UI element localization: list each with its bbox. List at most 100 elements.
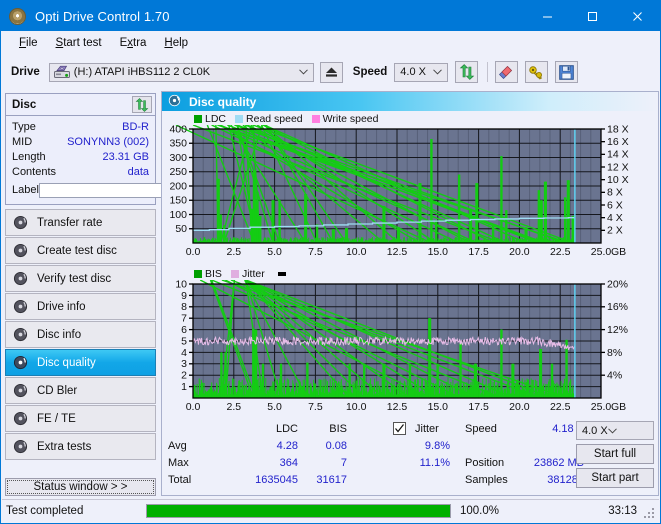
legend-swatch-bis bbox=[194, 269, 202, 278]
main-panel: Disc quality LDC Read speed Write speed … bbox=[161, 91, 659, 496]
window-controls bbox=[525, 1, 660, 31]
maximize-button[interactable] bbox=[570, 1, 615, 31]
svg-text:6 X: 6 X bbox=[607, 199, 623, 211]
legend-ldc: LDC bbox=[194, 113, 226, 125]
svg-text:100: 100 bbox=[169, 209, 187, 221]
sidebar-item-disc-info[interactable]: Disc info bbox=[5, 321, 156, 348]
status-window-button[interactable]: Status window > > bbox=[5, 478, 156, 496]
status-window-wrap: Status window > > bbox=[5, 478, 156, 496]
sidebar-item-create-test-disc[interactable]: Create test disc bbox=[5, 237, 156, 264]
minimize-button[interactable] bbox=[525, 1, 570, 31]
stats-total-bis: 31617 bbox=[316, 474, 347, 486]
svg-text:5.0: 5.0 bbox=[267, 246, 282, 258]
stats-panel: LDC BIS Jitter Avg Max Total 4.28 364 16… bbox=[162, 419, 658, 495]
elapsed-time: 33:13 bbox=[608, 505, 637, 517]
menu-help[interactable]: Help bbox=[155, 35, 197, 51]
stats-speed-value: 4.18 X bbox=[552, 423, 584, 435]
key-button[interactable] bbox=[525, 61, 549, 83]
speed-select-value: 4.0 X bbox=[400, 66, 426, 78]
svg-text:8 X: 8 X bbox=[607, 187, 623, 199]
chart-ldc-readspeed: LDC Read speed Write speed 50 100 150 200 25… bbox=[162, 111, 658, 261]
refresh-icon bbox=[459, 64, 475, 80]
svg-text:300: 300 bbox=[169, 152, 187, 164]
svg-text:5.0: 5.0 bbox=[267, 401, 282, 413]
chevron-down-icon bbox=[298, 64, 308, 81]
sidebar-item-label: FE / TE bbox=[37, 412, 76, 425]
sidebar-item-verify-test-disc[interactable]: Verify test disc bbox=[5, 265, 156, 292]
close-button[interactable] bbox=[615, 1, 660, 31]
stats-row-label-max: Max bbox=[168, 457, 189, 469]
start-part-button[interactable]: Start part bbox=[576, 468, 654, 488]
svg-text:GB: GB bbox=[611, 246, 626, 258]
svg-text:12%: 12% bbox=[607, 324, 628, 336]
stats-position-key: Position bbox=[465, 457, 505, 469]
svg-text:10 X: 10 X bbox=[607, 174, 629, 186]
sidebar: Disc Type BD-R MID SONYNN3 (002) Length … bbox=[2, 91, 210, 522]
nav-list: Transfer rate Create test disc Verify te… bbox=[5, 209, 156, 460]
resize-grip[interactable] bbox=[644, 508, 656, 520]
sidebar-item-transfer-rate[interactable]: Transfer rate bbox=[5, 209, 156, 236]
sidebar-item-drive-info[interactable]: Drive info bbox=[5, 293, 156, 320]
svg-text:7.5: 7.5 bbox=[308, 246, 323, 258]
sidebar-item-label: Transfer rate bbox=[37, 216, 103, 229]
sidebar-item-label: Create test disc bbox=[37, 244, 117, 257]
disc-icon bbox=[13, 355, 28, 370]
legend-label: Write speed bbox=[322, 112, 379, 125]
svg-text:8: 8 bbox=[181, 301, 187, 313]
disc-label-row: Label bbox=[12, 180, 210, 200]
stats-header-bis: BIS bbox=[329, 423, 347, 435]
sidebar-item-extra-tests[interactable]: Extra tests bbox=[5, 433, 156, 460]
disc-rows: Type BD-R MID SONYNN3 (002) Length 23.31… bbox=[6, 116, 210, 204]
menu-file[interactable]: File bbox=[10, 35, 47, 51]
disc-contents-value: data bbox=[127, 165, 149, 178]
save-button[interactable] bbox=[555, 61, 579, 83]
test-speed-select-value: 4.0 X bbox=[582, 424, 608, 437]
sidebar-item-fe-te[interactable]: FE / TE bbox=[5, 405, 156, 432]
svg-text:8%: 8% bbox=[607, 347, 622, 359]
clear-button[interactable] bbox=[495, 61, 519, 83]
sidebar-item-cd-bler[interactable]: CD Bler bbox=[5, 377, 156, 404]
svg-text:22.5: 22.5 bbox=[550, 401, 571, 413]
svg-text:10: 10 bbox=[175, 280, 187, 290]
refresh-icon bbox=[135, 97, 149, 112]
stats-position-value: 23862 MB bbox=[533, 457, 584, 469]
svg-text:15.0: 15.0 bbox=[428, 246, 449, 258]
toolbar-separator bbox=[487, 62, 489, 82]
drive-select[interactable]: (H:) ATAPI iHBS112 2 CL0K bbox=[48, 62, 314, 82]
menu-extra[interactable]: Extra bbox=[111, 35, 156, 51]
legend-swatch-jitter bbox=[230, 269, 239, 278]
disc-icon bbox=[13, 271, 28, 286]
svg-text:350: 350 bbox=[169, 138, 187, 150]
chevron-down-icon bbox=[607, 425, 617, 437]
svg-text:7.5: 7.5 bbox=[308, 401, 323, 413]
status-window-button-label: Status window > > bbox=[33, 481, 128, 493]
disc-icon bbox=[13, 439, 28, 454]
refresh-button[interactable] bbox=[455, 61, 479, 83]
test-speed-select[interactable]: 4.0 X bbox=[576, 421, 654, 440]
svg-text:25.0: 25.0 bbox=[591, 401, 612, 413]
svg-text:2 X: 2 X bbox=[607, 225, 623, 237]
start-full-button[interactable]: Start full bbox=[576, 444, 654, 464]
chart2-legend: BIS Jitter bbox=[162, 267, 286, 280]
disc-refresh-button[interactable] bbox=[132, 96, 152, 113]
svg-text:3: 3 bbox=[181, 358, 187, 370]
svg-text:22.5: 22.5 bbox=[550, 246, 571, 258]
disc-row-contents: Contents data bbox=[12, 164, 149, 179]
disc-icon bbox=[13, 215, 28, 230]
chart-bis-jitter: BIS Jitter 1 2 3 4 5 6 7 8 9 10 4% 8% 12% 16% 20% 0.0 2.… bbox=[162, 266, 658, 416]
sidebar-item-disc-quality[interactable]: Disc quality bbox=[5, 349, 156, 376]
eject-button[interactable] bbox=[319, 61, 343, 83]
chart1-legend: LDC Read speed Write speed bbox=[162, 112, 384, 125]
svg-text:18 X: 18 X bbox=[607, 125, 629, 135]
menu-start-test[interactable]: Start test bbox=[47, 35, 111, 51]
chart1-canvas: 501001502002503003504002 X4 X6 X8 X10 X1… bbox=[169, 125, 629, 258]
body-area: Disc Type BD-R MID SONYNN3 (002) Length … bbox=[2, 91, 659, 522]
svg-text:20%: 20% bbox=[607, 280, 628, 290]
jitter-checkbox[interactable] bbox=[393, 422, 406, 435]
stats-samples-key: Samples bbox=[465, 474, 508, 486]
speed-select[interactable]: 4.0 X bbox=[394, 62, 449, 82]
toolbar: Drive (H:) ATAPI iHBS112 2 CL0K Speed 4.… bbox=[1, 54, 660, 90]
svg-text:12.5: 12.5 bbox=[387, 246, 408, 258]
svg-text:2: 2 bbox=[181, 370, 187, 382]
menu-help-label: elp bbox=[172, 36, 189, 49]
